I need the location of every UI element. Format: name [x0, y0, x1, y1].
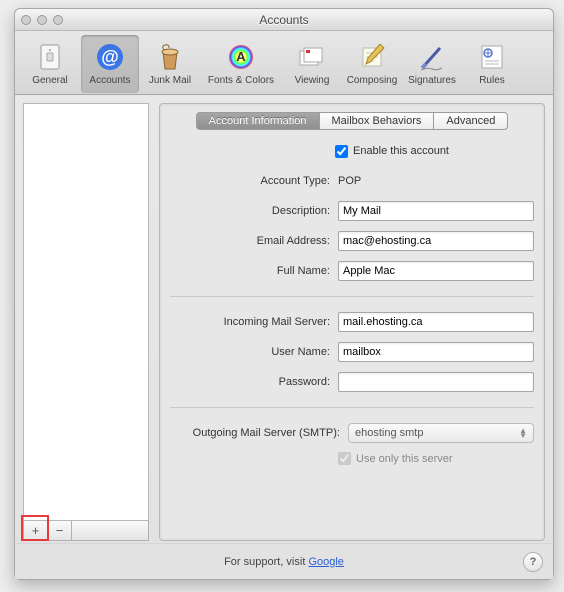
toolbar-item-accounts[interactable]: @ Accounts: [81, 35, 139, 93]
toolbar-item-composing[interactable]: Composing: [343, 35, 401, 93]
add-account-button[interactable]: +: [24, 521, 48, 540]
cards-icon: [296, 41, 328, 73]
accounts-list[interactable]: [23, 103, 149, 521]
description-label: Description:: [170, 205, 330, 217]
tab-advanced[interactable]: Advanced: [433, 112, 508, 130]
chevron-updown-icon: ▲▼: [519, 428, 527, 438]
switch-icon: [34, 41, 66, 73]
window-controls: [21, 15, 63, 25]
compose-icon: [356, 41, 388, 73]
password-input[interactable]: [338, 372, 534, 392]
help-button[interactable]: ?: [523, 552, 543, 572]
toolbar-item-general[interactable]: General: [21, 35, 79, 93]
full-name-input[interactable]: [338, 261, 534, 281]
password-label: Password:: [170, 376, 330, 388]
enable-account-checkbox-label[interactable]: Enable this account: [335, 145, 449, 158]
toolbar: General @ Accounts Junk Mail A Fonts & C…: [15, 31, 553, 95]
use-only-server-label: Use only this server: [356, 453, 453, 465]
username-label: User Name:: [170, 346, 330, 358]
rules-icon: [476, 41, 508, 73]
panel-tabs: Account Information Mailbox Behaviors Ad…: [196, 112, 509, 130]
zoom-window-button[interactable]: [53, 15, 63, 25]
preferences-window: Accounts General @ Accounts Junk Mail A: [14, 8, 554, 580]
toolbar-label: Junk Mail: [149, 75, 191, 86]
toolbar-label: General: [32, 75, 68, 86]
email-address-label: Email Address:: [170, 235, 330, 247]
svg-text:A: A: [236, 49, 246, 64]
smtp-selected-value: ehosting smtp: [355, 427, 423, 439]
tab-account-information[interactable]: Account Information: [196, 112, 319, 130]
minimize-window-button[interactable]: [37, 15, 47, 25]
toolbar-item-viewing[interactable]: Viewing: [283, 35, 341, 93]
account-panel: Account Information Mailbox Behaviors Ad…: [159, 103, 545, 541]
pen-icon: [416, 41, 448, 73]
smtp-label: Outgoing Mail Server (SMTP):: [170, 427, 340, 439]
email-address-input[interactable]: [338, 231, 534, 251]
toolbar-item-fonts-colors[interactable]: A Fonts & Colors: [201, 35, 281, 93]
full-name-label: Full Name:: [170, 265, 330, 277]
sidebar-btn-spacer: [72, 521, 148, 540]
use-only-server-checkbox[interactable]: [338, 452, 351, 465]
incoming-server-label: Incoming Mail Server:: [170, 316, 330, 328]
username-input[interactable]: [338, 342, 534, 362]
incoming-server-input[interactable]: [338, 312, 534, 332]
account-type-value: POP: [338, 175, 534, 187]
titlebar: Accounts: [15, 9, 553, 31]
svg-text:@: @: [101, 47, 119, 67]
toolbar-label: Fonts & Colors: [208, 75, 274, 86]
toolbar-item-signatures[interactable]: Signatures: [403, 35, 461, 93]
window-title: Accounts: [15, 13, 553, 27]
divider: [170, 296, 534, 297]
account-type-label: Account Type:: [170, 175, 330, 187]
toolbar-item-junk[interactable]: Junk Mail: [141, 35, 199, 93]
toolbar-label: Accounts: [89, 75, 130, 86]
trash-icon: [154, 41, 186, 73]
remove-account-button[interactable]: −: [48, 521, 72, 540]
description-input[interactable]: [338, 201, 534, 221]
divider: [170, 407, 534, 408]
toolbar-label: Viewing: [295, 75, 330, 86]
at-icon: @: [94, 41, 126, 73]
toolbar-label: Rules: [479, 75, 505, 86]
footer: For support, visit Google ?: [15, 543, 553, 579]
enable-account-checkbox[interactable]: [335, 145, 348, 158]
toolbar-label: Composing: [347, 75, 398, 86]
palette-icon: A: [225, 41, 257, 73]
tab-mailbox-behaviors[interactable]: Mailbox Behaviors: [319, 112, 434, 130]
toolbar-label: Signatures: [408, 75, 456, 86]
support-link[interactable]: Google: [308, 556, 343, 568]
toolbar-item-rules[interactable]: Rules: [463, 35, 521, 93]
smtp-select[interactable]: ehosting smtp ▲▼: [348, 423, 534, 443]
enable-account-text: Enable this account: [353, 145, 449, 157]
footer-text: For support, visit Google: [224, 556, 344, 568]
close-window-button[interactable]: [21, 15, 31, 25]
